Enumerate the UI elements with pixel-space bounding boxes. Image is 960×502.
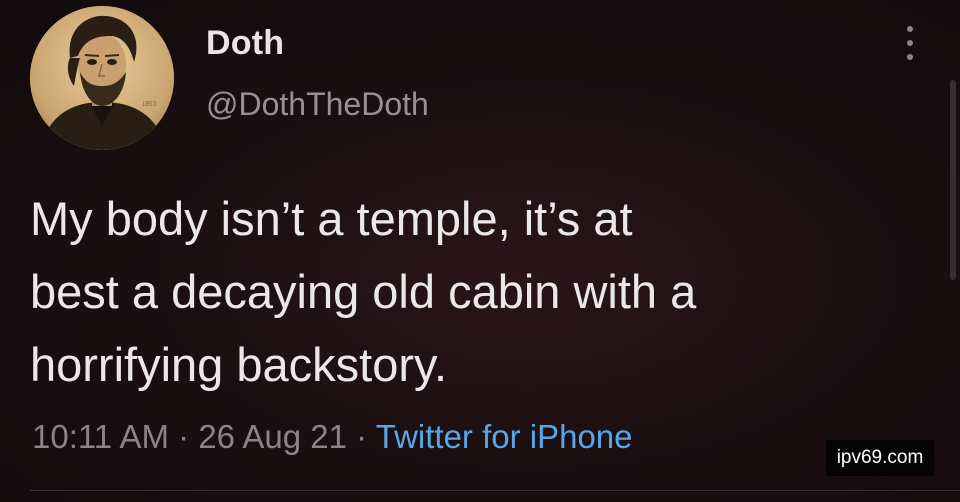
svg-text:1853: 1853 [142,100,157,108]
scrollbar[interactable] [950,80,956,280]
profile-avatar[interactable]: 1853 [30,6,174,150]
user-handle[interactable]: @DothTheDoth [206,86,429,123]
tweet-meta: 10:11 AM · 26 Aug 21 · Twitter for iPhon… [32,418,633,456]
tweet-text-line: horrifying backstory. [30,338,448,391]
watermark: ipv69.com [826,440,934,476]
tweet-date[interactable]: 26 Aug 21 [198,418,347,455]
more-vertical-icon[interactable] [900,24,920,64]
meta-separator: · [356,418,368,455]
tweet-card: 1853 Doth @DothTheDoth My body isn’t a t… [0,0,960,502]
portrait-image: 1853 [30,6,174,150]
divider [30,490,960,491]
tweet-source-link[interactable]: Twitter for iPhone [376,418,633,455]
tweet-text-line: My body isn’t a temple, it’s at [30,192,633,245]
display-name[interactable]: Doth [206,24,284,63]
tweet-text: My body isn’t a temple, it’s at best a d… [30,182,930,401]
meta-separator: · [178,418,190,455]
tweet-time[interactable]: 10:11 AM [32,418,169,455]
tweet-text-line: best a decaying old cabin with a [30,265,697,318]
